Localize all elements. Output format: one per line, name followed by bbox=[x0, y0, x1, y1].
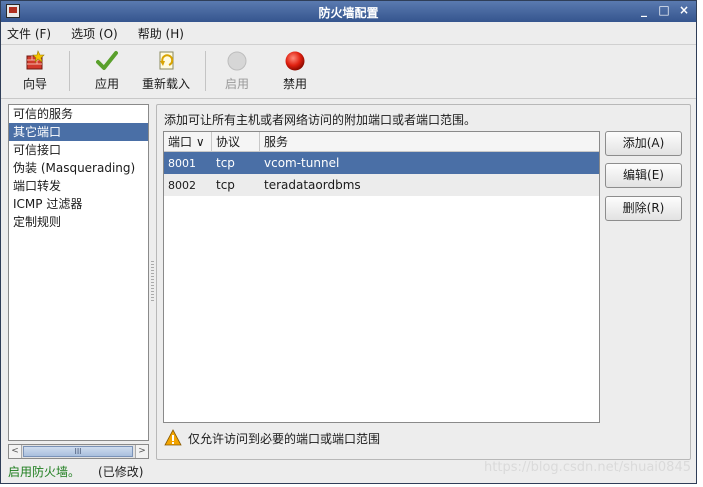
wizard-icon bbox=[26, 50, 45, 70]
cell-protocol: tcp bbox=[216, 178, 235, 192]
title-bar[interactable]: 防火墙配置 _ □ × bbox=[1, 1, 696, 22]
ports-table: 端口 ∨ 协议 服务 8001 tcp vcom-tunnel 8002 tcp… bbox=[163, 131, 600, 423]
apply-label: 应用 bbox=[94, 77, 119, 91]
panel-description: 添加可让所有主机或者网络访问的附加端口或者端口范围。 bbox=[164, 113, 477, 127]
sidebar-item-port-forwarding[interactable]: 端口转发 bbox=[9, 177, 148, 195]
window-controls: _ □ × bbox=[638, 3, 690, 17]
disable-button[interactable]: 禁用 bbox=[275, 50, 315, 92]
menu-bar: 文件 (F) 选项 (O) 帮助 (H) bbox=[1, 22, 696, 44]
table-row[interactable]: 8001 tcp vcom-tunnel bbox=[164, 152, 599, 174]
sidebar-item-custom-rules[interactable]: 定制规则 bbox=[9, 213, 148, 231]
cell-service: vcom-tunnel bbox=[264, 156, 340, 170]
cell-protocol: tcp bbox=[216, 156, 235, 170]
modified-status: (已修改) bbox=[98, 465, 144, 479]
other-ports-panel: 添加可让所有主机或者网络访问的附加端口或者端口范围。 端口 ∨ 协议 服务 80… bbox=[156, 104, 691, 460]
remove-button[interactable]: 删除(R) bbox=[605, 196, 682, 221]
scroll-thumb[interactable]: III bbox=[23, 446, 133, 457]
column-header-protocol[interactable]: 协议 bbox=[212, 132, 260, 151]
menu-file[interactable]: 文件 (F) bbox=[7, 25, 51, 42]
enable-label: 启用 bbox=[224, 77, 249, 91]
edit-button[interactable]: 编辑(E) bbox=[605, 163, 682, 188]
firewall-status: 启用防火墙。 bbox=[8, 465, 81, 479]
close-icon[interactable]: × bbox=[678, 3, 690, 17]
reload-label: 重新载入 bbox=[141, 77, 190, 91]
sidebar-item-other-ports[interactable]: 其它端口 bbox=[9, 123, 148, 141]
warning-icon bbox=[164, 429, 182, 446]
category-list: 可信的服务 其它端口 可信接口 伪装 (Masquerading) 端口转发 I… bbox=[8, 104, 149, 441]
cell-port: 8002 bbox=[168, 178, 196, 192]
firewall-config-window: 防火墙配置 _ □ × 文件 (F) 选项 (O) 帮助 (H) 向导 应用 重… bbox=[0, 0, 697, 484]
maximize-icon[interactable]: □ bbox=[658, 3, 670, 17]
wizard-button[interactable]: 向导 bbox=[15, 50, 55, 92]
window-title: 防火墙配置 bbox=[318, 6, 379, 20]
add-button[interactable]: 添加(A) bbox=[605, 131, 682, 156]
scroll-left-arrow-icon[interactable]: < bbox=[9, 445, 22, 458]
checkmark-icon bbox=[96, 51, 118, 70]
sidebar-item-icmp-filter[interactable]: ICMP 过滤器 bbox=[9, 195, 148, 213]
toolbar-separator bbox=[69, 51, 70, 91]
table-header: 端口 ∨ 协议 服务 bbox=[164, 132, 599, 152]
reload-icon bbox=[159, 51, 174, 70]
sidebar-item-trusted-services[interactable]: 可信的服务 bbox=[9, 105, 148, 123]
enable-circle-icon bbox=[227, 51, 247, 71]
disable-label: 禁用 bbox=[282, 77, 307, 91]
cell-port: 8001 bbox=[168, 156, 196, 170]
column-header-port[interactable]: 端口 ∨ bbox=[164, 132, 212, 151]
apply-button[interactable]: 应用 bbox=[87, 50, 127, 92]
minimize-icon[interactable]: _ bbox=[638, 3, 650, 17]
stop-circle-icon bbox=[285, 51, 305, 71]
pane-splitter-handle[interactable] bbox=[151, 261, 154, 301]
watermark: https://blog.csdn.net/shuai0845 bbox=[484, 460, 691, 475]
cell-service: teradataordbms bbox=[264, 178, 361, 192]
menu-options[interactable]: 选项 (O) bbox=[71, 25, 118, 42]
sidebar-item-masquerading[interactable]: 伪装 (Masquerading) bbox=[9, 159, 148, 177]
scroll-right-arrow-icon[interactable]: > bbox=[135, 445, 148, 458]
warning-text: 仅允许访问到必要的端口或端口范围 bbox=[188, 431, 381, 446]
enable-button[interactable]: 启用 bbox=[217, 50, 257, 92]
table-row[interactable]: 8002 tcp teradataordbms bbox=[164, 174, 599, 196]
sidebar-item-trusted-interfaces[interactable]: 可信接口 bbox=[9, 141, 148, 159]
warning-note: 仅允许访问到必要的端口或端口范围 bbox=[164, 429, 380, 447]
reload-button[interactable]: 重新载入 bbox=[139, 50, 193, 92]
wizard-label: 向导 bbox=[22, 77, 47, 91]
toolbar-separator bbox=[205, 51, 206, 91]
sidebar-horizontal-scrollbar[interactable]: < III > bbox=[8, 444, 149, 459]
menu-help[interactable]: 帮助 (H) bbox=[138, 25, 184, 42]
toolbar: 向导 应用 重新载入 启用 禁用 bbox=[1, 44, 696, 99]
column-header-service[interactable]: 服务 bbox=[260, 132, 599, 151]
status-bar: 启用防火墙。 (已修改) bbox=[8, 463, 143, 480]
